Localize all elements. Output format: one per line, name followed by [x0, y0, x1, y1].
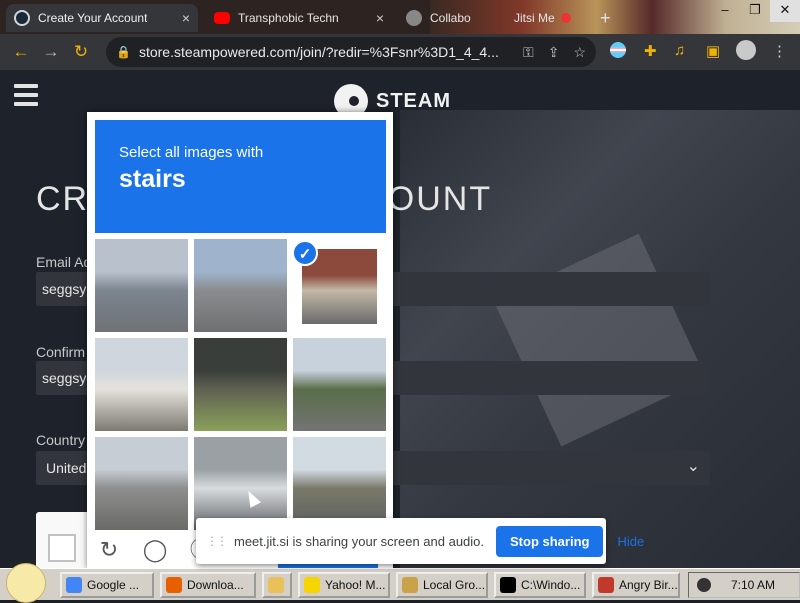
taskbar-button-label: Local Gro... [423, 578, 486, 592]
volume-icon[interactable] [697, 578, 711, 592]
tab-youtube[interactable]: Transphobic Techn × [206, 4, 392, 32]
smiley-start-icon [6, 562, 46, 603]
audio-challenge-icon[interactable]: ◯ [141, 536, 169, 564]
start-button[interactable] [0, 562, 52, 603]
captcha-tile-white-car[interactable] [194, 437, 287, 530]
url-text[interactable]: store.steampowered.com/join/?redir=%3Fsn… [139, 44, 509, 60]
reload-icon[interactable]: ↻ [66, 42, 96, 62]
taskbar-button-firefox[interactable]: Downloa... [160, 572, 256, 598]
taskbar-button-chrome[interactable]: Google ... [60, 572, 154, 598]
system-tray: 7:10 AM [688, 572, 800, 598]
screen-sharing-bar: ⋮⋮ meet.jit.si is sharing your screen an… [196, 518, 644, 564]
captcha-tile-image [95, 437, 188, 530]
captcha-tile-image [95, 239, 188, 332]
captcha-target: stairs [119, 165, 186, 193]
taskbar-button-label: Downloa... [187, 578, 244, 592]
captcha-tile-traffic-light[interactable] [293, 437, 386, 530]
tab-collabo[interactable]: Collabo [398, 4, 506, 32]
taskbar-button-angry-birds[interactable]: Angry Bir... [592, 572, 680, 598]
windows-taskbar: Google ... Downloa... Yahoo! M... Local Gro… [0, 562, 800, 603]
captcha-tile-image [194, 437, 287, 530]
steam-logo-text: STEAM [376, 89, 451, 112]
profile-flag-icon[interactable] [610, 42, 626, 58]
captcha-tile-highway[interactable] [293, 338, 386, 431]
confirm-email-label: Confirm [36, 344, 86, 360]
captcha-header: Select all images with stairs [95, 120, 386, 233]
extensions-icon[interactable]: ✚ [644, 42, 657, 60]
minimize-icon[interactable]: – [710, 0, 740, 22]
folder-icon [268, 577, 284, 593]
tab-create-account[interactable]: Create Your Account × [6, 4, 198, 32]
tab-label: Jitsi Me [514, 11, 555, 25]
steam-icon [14, 10, 30, 26]
captcha-tile-image [95, 338, 188, 431]
recording-icon [560, 13, 571, 23]
angry-birds-icon [598, 577, 614, 593]
taskbar-button-label: Angry Bir... [619, 578, 678, 592]
back-arrow-icon[interactable]: ← [6, 42, 36, 62]
tab-label: Transphobic Techn [238, 11, 339, 25]
avatar[interactable] [736, 40, 756, 60]
tab-label: Collabo [430, 11, 471, 25]
taskbar-button-label: Google ... [87, 578, 140, 592]
address-bar[interactable]: 🔒 store.steampowered.com/join/?redir=%3F… [106, 37, 596, 67]
yahoo-messenger-icon [304, 577, 320, 593]
share-icon[interactable]: ⇪ [548, 44, 560, 61]
firefox-icon [166, 577, 182, 593]
taskbar-button-label: C:\Windo... [521, 578, 581, 592]
browser-tab-strip: Create Your Account × Transphobic Techn … [0, 0, 800, 34]
captcha-tile-image [194, 338, 287, 431]
forward-arrow-icon[interactable]: → [36, 42, 66, 62]
reload-challenge-icon[interactable]: ↻ [95, 536, 123, 564]
hide-link[interactable]: Hide [617, 534, 644, 549]
tab-label: Create Your Account [38, 11, 148, 25]
captcha-instruction: Select all images with [119, 144, 264, 161]
captcha-tile-image [293, 437, 386, 530]
captcha-tile-house-porch[interactable] [194, 338, 287, 431]
lock-icon: 🔒 [116, 45, 131, 59]
captcha-tile-road-intersection[interactable] [95, 239, 188, 332]
star-icon[interactable]: ☆ [573, 44, 586, 61]
browser-toolbar: ← → ↻ 🔒 store.steampowered.com/join/?red… [0, 34, 800, 70]
maximize-icon[interactable]: ❐ [740, 0, 770, 22]
media-icon[interactable]: ♫ [674, 42, 685, 59]
youtube-icon [214, 12, 230, 24]
taskbar-button-label: Yahoo! M... [325, 578, 386, 592]
taskbar-button-policy[interactable]: Local Gro... [396, 572, 488, 598]
window-controls: – ❐ ✕ [710, 0, 800, 22]
drag-handle-icon[interactable]: ⋮⋮ [206, 534, 228, 548]
hamburger-menu-icon[interactable] [14, 84, 38, 111]
globe-icon [406, 10, 422, 26]
captcha-challenge: Select all images with stairs ✓ ↻ ◯ ⓘ VE… [87, 112, 393, 568]
close-tab-icon[interactable]: × [182, 10, 190, 26]
menu-dots-icon[interactable]: ⋮ [772, 42, 787, 60]
sharing-message: meet.jit.si is sharing your screen and a… [234, 533, 485, 549]
recaptcha-checkbox[interactable] [48, 534, 76, 562]
captcha-tile-image [194, 239, 287, 332]
new-tab-button[interactable]: + [592, 4, 620, 32]
country-label: Country [36, 432, 86, 448]
cmd-icon [500, 577, 516, 593]
key-icon[interactable]: ⚿ [523, 44, 534, 61]
taskbar-button-folder[interactable] [262, 572, 292, 598]
stop-sharing-button[interactable]: Stop sharing [496, 525, 604, 557]
taskbar-button-yahoo-messenger[interactable]: Yahoo! M... [298, 572, 390, 598]
clock: 7:10 AM [731, 578, 776, 592]
close-tab-icon[interactable]: × [376, 10, 384, 26]
policy-icon [402, 577, 418, 593]
side-panel-icon[interactable]: ▣ [706, 42, 720, 60]
chrome-icon [66, 577, 82, 593]
taskbar-button-cmd[interactable]: C:\Windo... [494, 572, 586, 598]
tab-jitsi[interactable]: Jitsi Me [506, 4, 590, 32]
close-window-icon[interactable]: ✕ [770, 0, 800, 22]
captcha-tile-road-cars[interactable] [95, 437, 188, 530]
captcha-tile-crosswalk[interactable] [194, 239, 287, 332]
captcha-tile-white-house-stairs[interactable] [95, 338, 188, 431]
captcha-tile-image [293, 338, 386, 431]
selected-check-icon: ✓ [292, 240, 318, 266]
